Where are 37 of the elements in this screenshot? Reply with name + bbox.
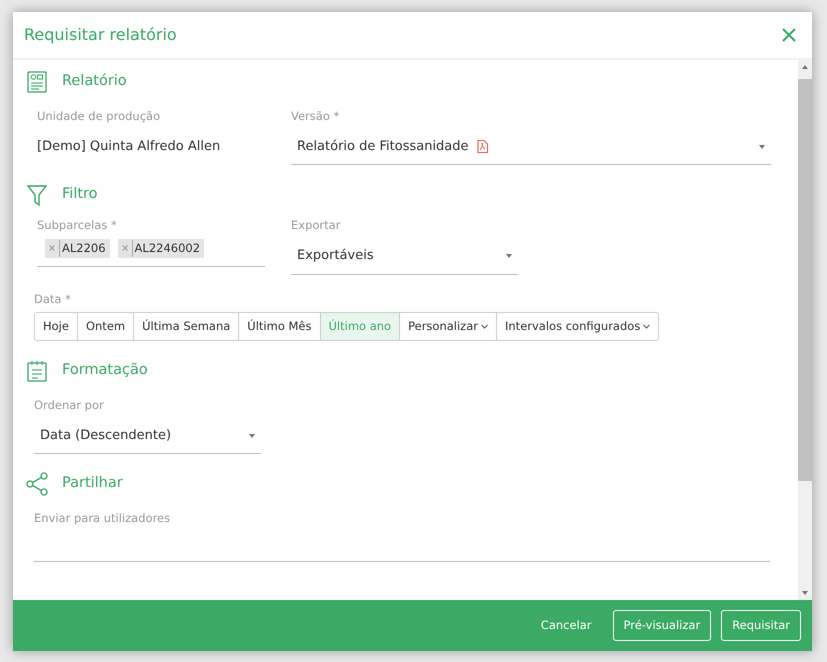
scrollbar[interactable]	[798, 60, 812, 600]
date-range-tab[interactable]: Hoje	[35, 312, 78, 340]
field-label: Unidade de produção	[37, 109, 160, 123]
field-label: Data *	[34, 292, 71, 306]
section-title: Partilhar	[62, 474, 123, 494]
tag-chip[interactable]: AL2206	[45, 238, 110, 258]
dialog-title: Requisitar relatório	[24, 24, 177, 46]
pdf-icon	[476, 140, 488, 154]
select-value: Data (Descendente)	[40, 427, 172, 445]
notepad-icon	[26, 359, 48, 383]
field-label: Enviar para utilizadores	[34, 511, 170, 526]
remove-icon[interactable]	[122, 245, 128, 252]
field-label: Exportar	[291, 218, 340, 232]
select-field[interactable]: Exportáveis	[291, 238, 518, 274]
report-icon	[26, 70, 48, 94]
filter-icon	[26, 183, 48, 208]
select-field[interactable]: Relatório de Fitossanidade	[291, 129, 771, 166]
select-value: Relatório de Fitossanidade	[297, 138, 469, 156]
close-icon[interactable]	[782, 28, 796, 42]
field-value: [Demo] Quinta Alfredo Allen	[37, 138, 222, 156]
field-label: Versão *	[291, 109, 340, 123]
caret-icon	[759, 144, 765, 149]
select-value: Exportáveis	[297, 247, 374, 266]
select-field[interactable]: Data (Descendente)	[34, 418, 261, 454]
tag-chip[interactable]: AL2246002	[118, 238, 204, 258]
section-title: Formatação	[62, 361, 148, 380]
chevron-down-icon	[481, 324, 488, 329]
section-title: Filtro	[62, 185, 98, 204]
caret-icon	[249, 434, 255, 438]
field-label: Ordenar por	[34, 398, 104, 412]
chevron-down-icon	[643, 324, 650, 329]
caret-icon	[506, 254, 512, 258]
field-label: Subparcelas *	[37, 218, 117, 232]
share-icon	[26, 472, 48, 496]
section-title: Relatório	[62, 72, 127, 92]
remove-icon[interactable]	[49, 245, 55, 252]
tags-field[interactable]: AL2206 AL2246002	[37, 238, 265, 267]
